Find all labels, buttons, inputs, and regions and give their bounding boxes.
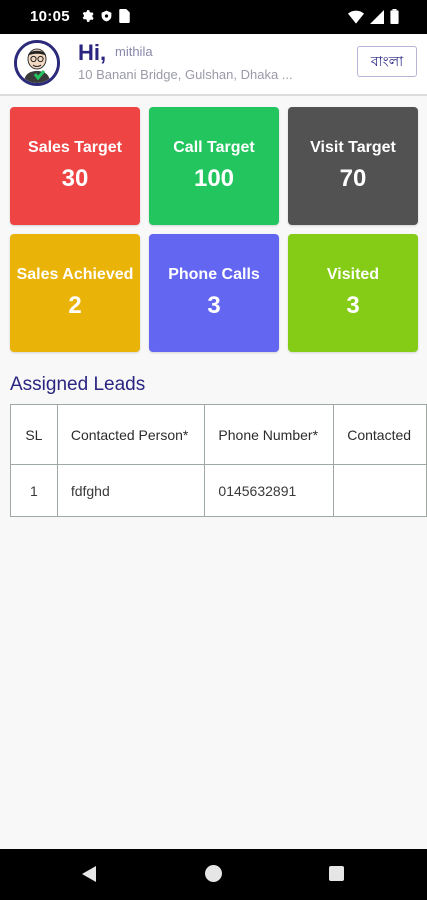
visited-card[interactable]: Visited 3 xyxy=(288,234,418,352)
visit-target-card[interactable]: Visit Target 70 xyxy=(288,107,418,225)
cell-phone-number: 0145632891 xyxy=(204,464,335,517)
card-title: Sales Target xyxy=(28,139,122,156)
home-icon[interactable] xyxy=(205,865,222,882)
table-row[interactable]: 1 fdfghd 0145632891 xyxy=(10,464,427,517)
profile-header: Hi, mithila 10 Banani Bridge, Gulshan, D… xyxy=(0,34,427,96)
cell-contacted-person: fdfghd xyxy=(56,464,206,517)
shield-icon xyxy=(101,10,112,22)
column-header-contacted-person: Contacted Person* xyxy=(56,404,206,465)
card-value: 3 xyxy=(346,292,360,319)
sales-achieved-card[interactable]: Sales Achieved 2 xyxy=(10,234,140,352)
navigation-bar xyxy=(0,849,427,900)
card-title: Visit Target xyxy=(310,139,396,156)
card-title: Visited xyxy=(326,266,380,283)
cell-sl: 1 xyxy=(10,464,58,517)
status-right-icons xyxy=(348,9,399,24)
card-title: Phone Calls xyxy=(168,266,260,283)
phone-calls-card[interactable]: Phone Calls 3 xyxy=(149,234,279,352)
card-value: 2 xyxy=(68,292,82,319)
card-value: 3 xyxy=(207,292,221,319)
recent-apps-icon[interactable] xyxy=(329,866,344,881)
back-icon[interactable] xyxy=(82,866,96,882)
table-header-row: SL Contacted Person* Phone Number* Conta… xyxy=(10,404,427,465)
cell-contacted xyxy=(333,464,427,517)
sim-card-icon xyxy=(119,9,130,23)
wifi-icon xyxy=(348,10,364,24)
card-title: Call Target xyxy=(173,139,255,156)
status-time: 10:05 xyxy=(30,8,70,25)
gear-icon xyxy=(82,10,94,22)
avatar[interactable] xyxy=(14,40,60,86)
assigned-leads-title: Assigned Leads xyxy=(10,374,146,395)
card-value: 70 xyxy=(339,165,367,192)
battery-icon xyxy=(390,9,399,24)
card-value: 100 xyxy=(193,165,235,192)
column-header-sl: SL xyxy=(10,404,58,465)
user-avatar-icon xyxy=(17,43,57,83)
stats-cards: Sales Target 30 Call Target 100 Visit Ta… xyxy=(10,107,419,353)
signal-icon xyxy=(370,9,384,24)
call-target-card[interactable]: Call Target 100 xyxy=(149,107,279,225)
greeting: Hi, xyxy=(78,40,107,65)
app-screen: Hi, mithila 10 Banani Bridge, Gulshan, D… xyxy=(0,34,427,849)
user-address: 10 Banani Bridge, Gulshan, Dhaka ... xyxy=(78,67,293,82)
column-header-contacted: Contacted xyxy=(333,404,427,465)
card-title: Sales Achieved xyxy=(16,266,134,283)
username: mithila xyxy=(115,44,153,59)
status-bar: 10:05 xyxy=(0,0,427,34)
column-header-phone-number: Phone Number* xyxy=(204,404,335,465)
status-left-icons xyxy=(80,9,130,23)
leads-table[interactable]: SL Contacted Person* Phone Number* Conta… xyxy=(10,404,427,517)
sales-target-card[interactable]: Sales Target 30 xyxy=(10,107,140,225)
language-toggle-button[interactable]: বাংলা xyxy=(357,46,417,77)
card-value: 30 xyxy=(61,165,89,192)
